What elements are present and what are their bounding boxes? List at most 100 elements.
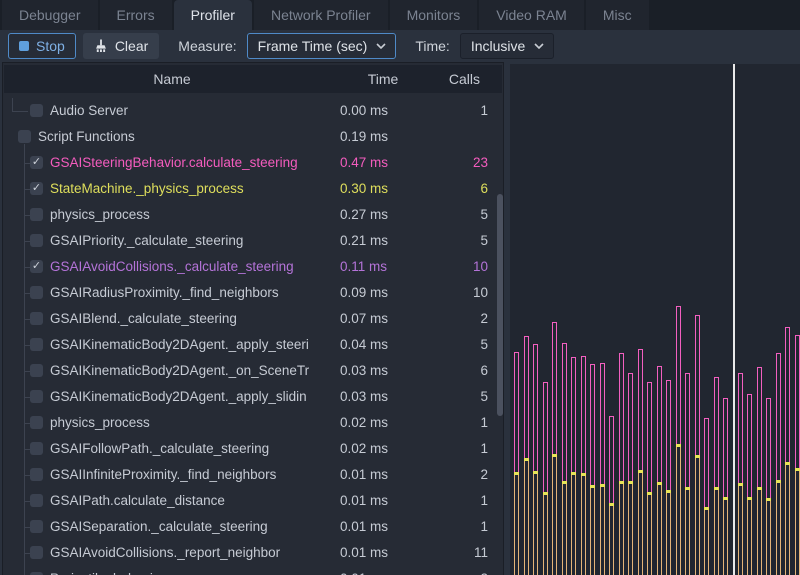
table-row[interactable]: GSAIRadiusProximity._find_neighbors0.09 … — [4, 280, 502, 306]
table-row[interactable]: Script Functions0.19 ms — [4, 124, 502, 150]
table-row[interactable]: ✓GSAIAvoidCollisions._calculate_steering… — [4, 254, 502, 280]
checkbox-unchecked[interactable] — [30, 390, 43, 403]
checkbox-unchecked[interactable] — [30, 494, 43, 507]
column-header-calls[interactable]: Calls — [449, 65, 480, 93]
frame-bar-pink — [738, 373, 743, 483]
checkbox-unchecked[interactable] — [30, 208, 43, 221]
table-row[interactable]: ✓StateMachine._physics_process0.30 ms6 — [4, 176, 502, 202]
frame-bar-tan — [600, 487, 605, 575]
stop-button[interactable]: Stop — [8, 33, 76, 59]
frame-bar-tan — [785, 465, 790, 575]
table-row[interactable]: GSAIKinematicBody2DAgent._apply_slidin0.… — [4, 384, 502, 410]
tab-errors[interactable]: Errors — [100, 0, 172, 30]
checkbox-unchecked[interactable] — [30, 416, 43, 429]
table-row[interactable]: GSAISeparation._calculate_steering0.01 m… — [4, 514, 502, 540]
column-header-time[interactable]: Time — [340, 65, 426, 93]
checkbox-unchecked[interactable] — [30, 312, 43, 325]
row-name: GSAIPath.calculate_distance — [50, 488, 330, 514]
table-row[interactable]: GSAIPriority._calculate_steering0.21 ms5 — [4, 228, 502, 254]
chevron-down-icon — [376, 43, 386, 49]
frame-bar-pink — [543, 382, 548, 492]
table-row[interactable]: GSAIPath.calculate_distance0.01 ms1 — [4, 488, 502, 514]
tab-debugger[interactable]: Debugger — [2, 0, 98, 30]
clear-label: Clear — [115, 38, 148, 54]
frame-bar-tan — [795, 471, 800, 575]
table-row[interactable]: GSAIInfiniteProximity._find_neighbors0.0… — [4, 462, 502, 488]
time-dropdown[interactable]: Inclusive — [460, 33, 554, 59]
frame-bar-tan — [628, 484, 633, 575]
frame-bar-pink — [666, 380, 671, 490]
table-row[interactable]: GSAIAvoidCollisions._report_neighbor0.01… — [4, 540, 502, 566]
row-name: GSAIBlend._calculate_steering — [50, 306, 330, 332]
frame-bar-pink — [723, 398, 728, 497]
frame-bar-pink — [795, 335, 800, 468]
tree-guide-line — [12, 98, 13, 111]
row-name: Script Functions — [38, 124, 330, 150]
frame-bar-pink — [581, 356, 586, 473]
tab-profiler[interactable]: Profiler — [174, 0, 252, 30]
frame-bar-tan — [666, 493, 671, 575]
frame-bar-pink — [776, 353, 781, 480]
checkbox-unchecked[interactable] — [30, 468, 43, 481]
frame-bar-tan — [704, 510, 709, 575]
checkbox-unchecked[interactable] — [18, 130, 31, 143]
clear-button[interactable]: Clear — [83, 33, 159, 59]
tab-network-profiler[interactable]: Network Profiler — [254, 0, 388, 30]
table-row[interactable]: Projectile_behavior0.01 ms2 — [4, 566, 502, 575]
checkbox-unchecked[interactable] — [30, 546, 43, 559]
row-name: GSAIKinematicBody2DAgent._apply_steeri — [50, 332, 330, 358]
checkbox-unchecked[interactable] — [30, 338, 43, 351]
tab-monitors[interactable]: Monitors — [390, 0, 478, 30]
checkbox-unchecked[interactable] — [30, 104, 43, 117]
table-row[interactable]: ✓ GSAISteeringBehavior.calculate_steering… — [4, 150, 502, 176]
frame-time-graph[interactable] — [510, 64, 800, 575]
frame-bar-pink — [514, 352, 519, 472]
profiler-toolbar: Stop Clear Measure: Frame Time (sec) Tim… — [0, 30, 800, 62]
frame-bar-pink — [609, 416, 614, 503]
frame-cursor-line[interactable] — [733, 64, 735, 575]
row-time: 0.30 ms — [340, 176, 388, 202]
row-time: 0.21 ms — [340, 228, 388, 254]
frame-bar-pink — [619, 353, 624, 481]
row-calls: 5 — [480, 202, 488, 228]
table-row[interactable]: GSAIFollowPath._calculate_steering0.02 m… — [4, 436, 502, 462]
row-time: 0.02 ms — [340, 410, 388, 436]
table-header: Name Time Calls — [4, 65, 502, 93]
table-row[interactable]: Audio Server0.00 ms1 — [4, 98, 502, 124]
table-row[interactable]: GSAIBlend._calculate_steering0.07 ms2 — [4, 306, 502, 332]
row-time: 0.02 ms — [340, 436, 388, 462]
row-calls: 1 — [480, 514, 488, 540]
row-calls: 10 — [473, 254, 488, 280]
measure-value: Frame Time (sec) — [258, 38, 368, 54]
vertical-scrollbar[interactable] — [497, 194, 503, 416]
table-row[interactable]: physics_process0.27 ms5 — [4, 202, 502, 228]
table-row[interactable]: GSAIKinematicBody2DAgent._on_SceneTr0.03… — [4, 358, 502, 384]
checkbox-checked[interactable]: ✓ — [30, 156, 43, 169]
row-name: GSAIRadiusProximity._find_neighbors — [50, 280, 330, 306]
checkbox-unchecked[interactable] — [30, 364, 43, 377]
measure-dropdown[interactable]: Frame Time (sec) — [247, 33, 397, 59]
checkbox-unchecked[interactable] — [30, 520, 43, 533]
tab-video-ram[interactable]: Video RAM — [479, 0, 584, 30]
profiler-main: Name Time Calls Audio Server0.00 ms1Scri… — [0, 60, 800, 575]
row-calls: 6 — [480, 176, 488, 202]
row-calls: 1 — [480, 488, 488, 514]
row-calls: 2 — [480, 306, 488, 332]
checkbox-checked[interactable]: ✓ — [30, 182, 43, 195]
table-row[interactable]: GSAIKinematicBody2DAgent._apply_steeri0.… — [4, 332, 502, 358]
checkbox-unchecked[interactable] — [30, 286, 43, 299]
chevron-down-icon — [534, 43, 544, 49]
tab-misc[interactable]: Misc — [586, 0, 649, 30]
row-calls: 1 — [480, 98, 488, 124]
frame-bar-pink — [747, 394, 752, 497]
table-row[interactable]: physics_process0.02 ms1 — [4, 410, 502, 436]
row-name: Audio Server — [50, 98, 330, 124]
frame-bar-pink — [766, 398, 771, 498]
frame-bar-pink — [657, 366, 662, 482]
checkbox-unchecked[interactable] — [30, 234, 43, 247]
column-header-name[interactable]: Name — [4, 65, 340, 93]
checkbox-unchecked[interactable] — [30, 442, 43, 455]
row-name: GSAISteeringBehavior.calculate_steering — [50, 150, 330, 176]
checkbox-checked[interactable]: ✓ — [30, 260, 43, 273]
time-value: Inclusive — [471, 38, 525, 54]
